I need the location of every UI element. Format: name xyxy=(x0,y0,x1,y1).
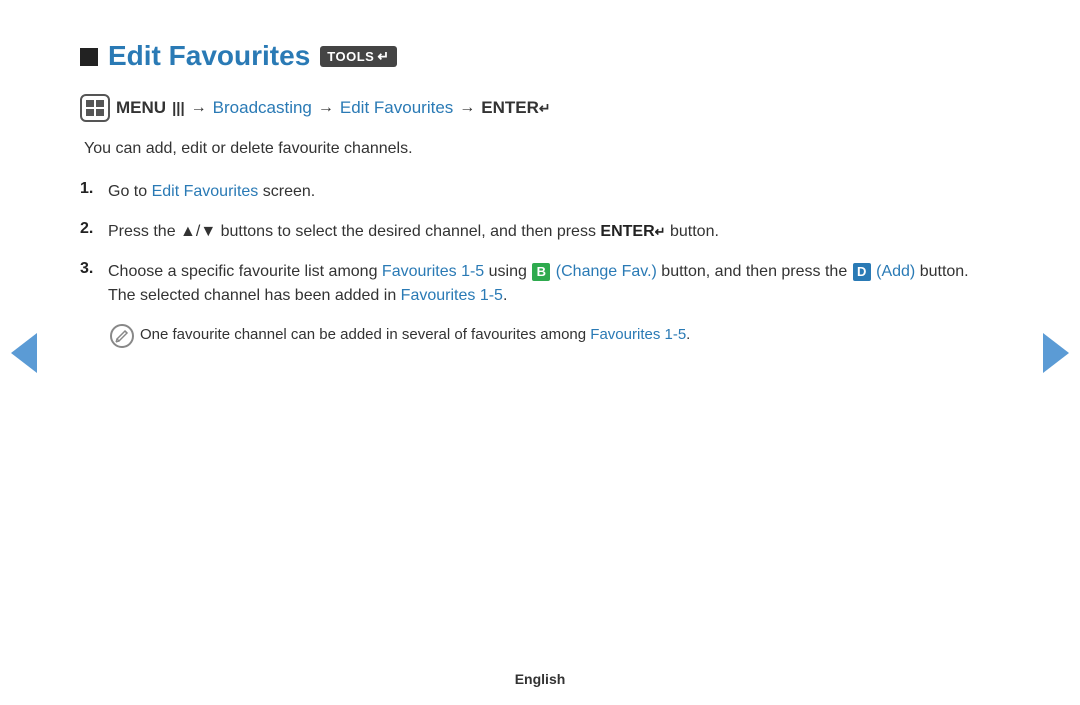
step-3-text-end: . xyxy=(503,287,507,304)
step-1-content: Go to Edit Favourites screen. xyxy=(108,180,315,204)
menu-label: MENU xyxy=(116,98,166,118)
step-1-text-before: Go to xyxy=(108,183,152,200)
step-3-number: 3. xyxy=(80,260,108,278)
step-2-text-before: Press the ▲/▼ buttons to select the desi… xyxy=(108,223,600,240)
step-1-text-after: screen. xyxy=(258,183,315,200)
left-arrow-icon xyxy=(11,333,37,373)
step-3-link4: Favourites 1-5 xyxy=(401,287,503,304)
breadcrumb-arrow-3: → xyxy=(459,99,475,117)
menu-symbol-icon xyxy=(86,100,104,116)
nav-arrow-right[interactable] xyxy=(1042,331,1070,375)
step-3-link3: (Add) xyxy=(876,263,915,280)
breadcrumb-arrow-2: → xyxy=(318,99,334,117)
pencil-note-icon xyxy=(115,329,129,343)
breadcrumb-arrow-1: → xyxy=(191,99,207,117)
tools-icon: ↵ xyxy=(377,48,389,65)
note-text-after: . xyxy=(686,326,690,343)
section-bullet xyxy=(80,48,98,66)
menu-icon xyxy=(80,94,110,122)
breadcrumb-enter: ENTER↵ xyxy=(481,98,550,118)
breadcrumb-broadcasting: Broadcasting xyxy=(213,98,312,118)
step-3-text-before: Choose a specific favourite list among xyxy=(108,263,382,280)
breadcrumb-edit-favourites: Edit Favourites xyxy=(340,98,453,118)
nav-arrow-left[interactable] xyxy=(10,331,38,375)
step-2-text-after: button. xyxy=(666,223,719,240)
note-text-before: One favourite channel can be added in se… xyxy=(140,326,590,343)
menu-lines-icon: ||| xyxy=(172,100,185,117)
note-row: One favourite channel can be added in se… xyxy=(110,324,1000,348)
footer: English xyxy=(0,671,1080,687)
step-3-link1: Favourites 1-5 xyxy=(382,263,484,280)
tools-label: TOOLS xyxy=(327,49,374,64)
step-3-text-mid1: using xyxy=(484,263,531,280)
step-2-content: Press the ▲/▼ buttons to select the desi… xyxy=(108,220,719,244)
step-1: 1. Go to Edit Favourites screen. xyxy=(80,180,1000,204)
page-title: Edit Favourites xyxy=(108,40,310,72)
step-2-number: 2. xyxy=(80,220,108,238)
note-link: Favourites 1-5 xyxy=(590,326,686,343)
note-icon xyxy=(110,324,134,348)
step-2-bold: ENTER↵ xyxy=(600,223,665,240)
btn-d-badge: D xyxy=(853,263,871,281)
step-3-content: Choose a specific favourite list among F… xyxy=(108,260,1000,308)
step-3-link2: (Change Fav.) xyxy=(556,263,657,280)
step-3: 3. Choose a specific favourite list amon… xyxy=(80,260,1000,308)
right-arrow-icon xyxy=(1043,333,1069,373)
breadcrumb-row: MENU ||| → Broadcasting → Edit Favourite… xyxy=(80,94,1000,122)
steps-list: 1. Go to Edit Favourites screen. 2. Pres… xyxy=(80,180,1000,308)
step-2: 2. Press the ▲/▼ buttons to select the d… xyxy=(80,220,1000,244)
footer-language: English xyxy=(515,671,566,687)
note-text: One favourite channel can be added in se… xyxy=(140,324,690,347)
step-3-text-mid2: button, and then press the xyxy=(657,263,852,280)
step-1-link: Edit Favourites xyxy=(152,183,259,200)
description-text: You can add, edit or delete favourite ch… xyxy=(84,140,1000,158)
btn-b-badge: B xyxy=(532,263,550,281)
page-container: Edit Favourites TOOLS ↵ MENU ||| → Broad… xyxy=(0,0,1080,705)
step-1-number: 1. xyxy=(80,180,108,198)
title-row: Edit Favourites TOOLS ↵ xyxy=(80,40,1000,72)
tools-badge: TOOLS ↵ xyxy=(320,46,396,67)
